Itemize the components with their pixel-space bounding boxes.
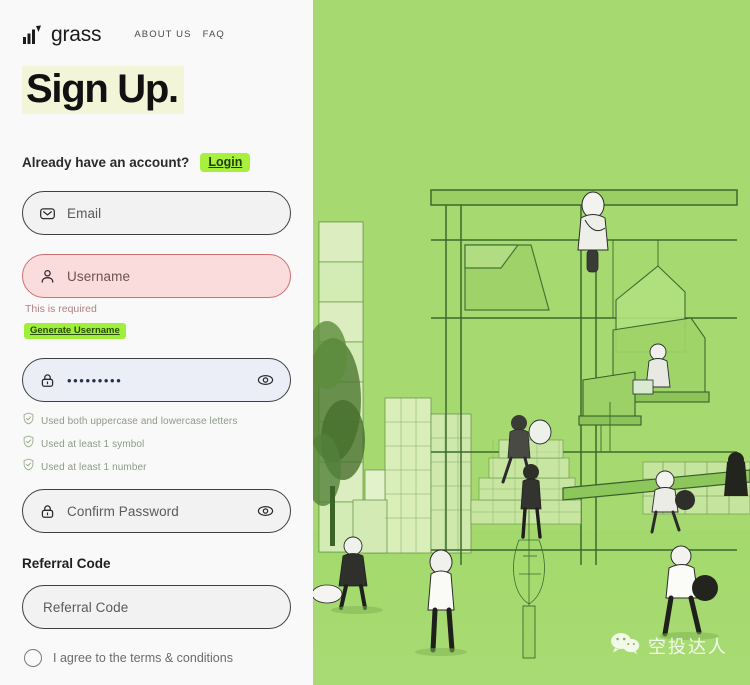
password-rule-label: Used at least 1 number (41, 461, 147, 473)
username-field[interactable]: Username (22, 254, 291, 298)
terms-row[interactable]: I agree to the terms & conditions (24, 649, 291, 667)
lock-icon (39, 503, 56, 520)
password-value: ••••••••• (67, 372, 123, 388)
illustration-panel: 空投达人 (313, 0, 750, 685)
referral-section-label: Referral Code (22, 556, 111, 571)
header-bar: grass ABOUT US FAQ (22, 0, 291, 50)
main-nav: ABOUT US FAQ (134, 29, 225, 41)
page-title: Sign Up. (22, 66, 184, 114)
referral-code-placeholder: Referral Code (43, 599, 129, 615)
terms-checkbox[interactable] (24, 649, 42, 667)
password-rule-label: Used at least 1 symbol (41, 438, 145, 450)
lock-icon (39, 372, 56, 389)
shield-check-icon (22, 435, 35, 453)
password-rules-list: Used both uppercase and lowercase letter… (22, 412, 291, 476)
referral-code-field[interactable]: Referral Code (22, 585, 291, 629)
email-field[interactable]: Email (22, 191, 291, 235)
generate-username-link[interactable]: Generate Username (24, 323, 126, 339)
nav-item-faq[interactable]: FAQ (203, 29, 225, 40)
wechat-icon (610, 632, 640, 659)
existing-account-row: Already have an account? Login (22, 153, 291, 172)
username-error-message: This is required (25, 303, 97, 315)
envelope-icon (39, 205, 56, 222)
signup-page: grass ABOUT US FAQ Sign Up. Already have… (0, 0, 750, 685)
grass-logo-icon (22, 25, 44, 45)
password-rule: Used both uppercase and lowercase letter… (22, 412, 291, 430)
password-field[interactable]: ••••••••• (22, 358, 291, 402)
eye-icon[interactable] (256, 371, 275, 390)
shield-check-icon (22, 412, 35, 430)
password-rule: Used at least 1 symbol (22, 435, 291, 453)
confirm-password-placeholder: Confirm Password (67, 503, 179, 519)
existing-account-label: Already have an account? (22, 155, 190, 170)
login-link[interactable]: Login (200, 153, 251, 172)
watermark-text: 空投达人 (648, 636, 728, 658)
username-placeholder: Username (67, 268, 131, 284)
watermark: 空投达人 (610, 632, 728, 659)
nav-item-about-us[interactable]: ABOUT US (134, 29, 191, 40)
confirm-password-field[interactable]: Confirm Password (22, 489, 291, 533)
eye-icon[interactable] (256, 502, 275, 521)
signup-form-panel: grass ABOUT US FAQ Sign Up. Already have… (0, 0, 313, 685)
password-rule: Used at least 1 number (22, 458, 291, 476)
person-icon (39, 268, 56, 285)
brand-name: grass (51, 23, 102, 46)
page-title-wrap: Sign Up. (22, 66, 291, 114)
terms-label: I agree to the terms & conditions (53, 651, 233, 665)
brand-logo[interactable]: grass (22, 23, 102, 47)
shield-check-icon (22, 458, 35, 476)
architecture-illustration (313, 0, 750, 685)
email-placeholder: Email (67, 205, 102, 221)
password-rule-label: Used both uppercase and lowercase letter… (41, 415, 238, 427)
